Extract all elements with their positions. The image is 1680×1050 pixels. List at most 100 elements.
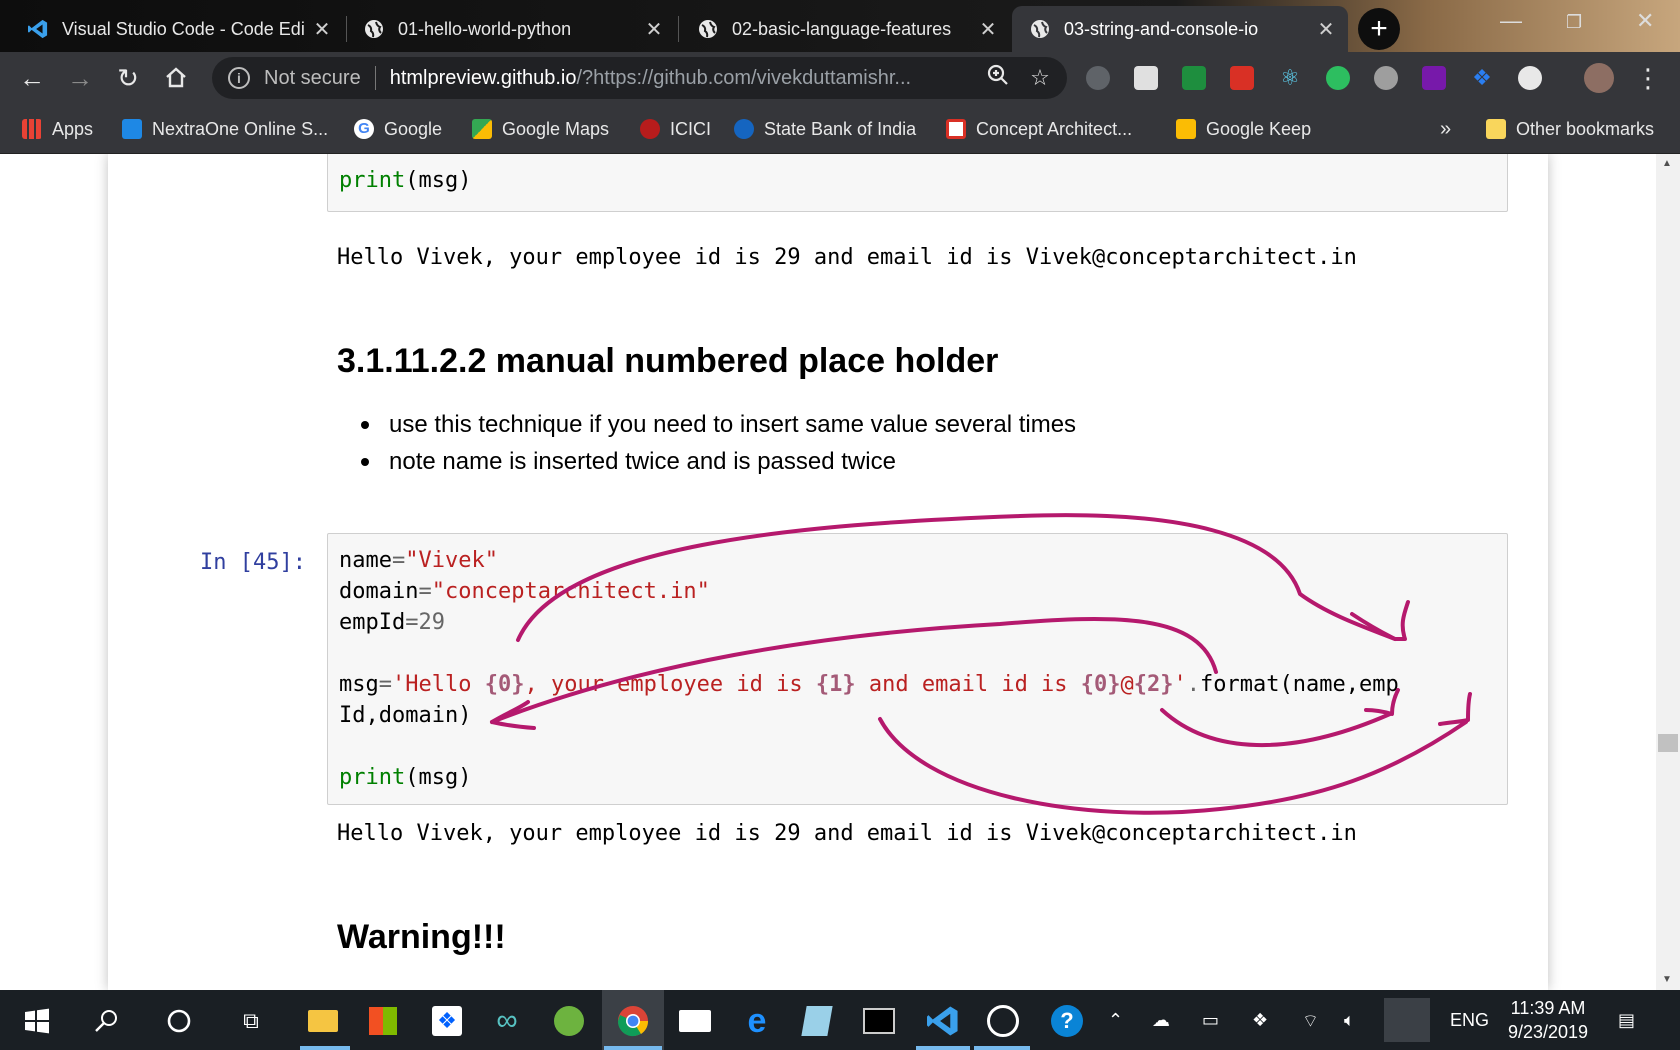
url-text[interactable]: htmlpreview.github.io/?https://github.co… [390, 67, 983, 90]
snipping-icon[interactable] [986, 1004, 1020, 1038]
security-label[interactable]: Not secure [264, 67, 361, 90]
show-hidden-icons[interactable]: ⌃ [1108, 1010, 1123, 1031]
home-icon[interactable] [162, 64, 190, 92]
file-explorer-icon[interactable] [306, 1004, 340, 1038]
tab-strip: Visual Studio Code - Code Edi ✕ 01-hello… [0, 0, 1680, 52]
search-icon[interactable] [90, 1004, 124, 1038]
dropbox-icon[interactable]: ❖ [1470, 66, 1494, 90]
warning-heading: Warning!!! [337, 918, 506, 956]
wifi-icon[interactable]: ⌔ [1302, 1010, 1319, 1033]
close-icon[interactable]: ✕ [1314, 17, 1338, 42]
code-cell-input[interactable]: name="Vivek" domain="conceptarchitect.in… [327, 533, 1508, 805]
dropbox-icon[interactable]: ❖ [430, 1004, 464, 1038]
bookmark-google-keep[interactable]: Google Keep [1176, 116, 1311, 142]
zoom-icon[interactable] [983, 64, 1013, 92]
extension-icon[interactable] [1086, 66, 1110, 90]
volume-icon[interactable]: 🔈︎ [1344, 1010, 1355, 1031]
bookmark-concept-architect[interactable]: Concept Architect... [946, 116, 1132, 142]
terminal-icon[interactable] [862, 1004, 896, 1038]
scrollbar-thumb[interactable] [1658, 734, 1678, 752]
edge-icon[interactable]: e [740, 1002, 774, 1040]
close-icon[interactable]: ✕ [310, 17, 334, 42]
gmail-icon[interactable] [1230, 66, 1254, 90]
tab-string-console-io[interactable]: 03-string-and-console-io ✕ [1012, 6, 1348, 52]
windows-start-icon[interactable] [20, 1004, 54, 1038]
icici-icon [640, 119, 660, 139]
close-icon[interactable]: ✕ [642, 17, 666, 42]
bookmark-nextraone[interactable]: NextraOne Online S... [122, 116, 328, 142]
language-indicator[interactable]: ENG [1450, 1010, 1489, 1031]
folder-icon [1486, 119, 1506, 139]
gmail-icon [946, 119, 966, 139]
forward-icon[interactable]: → [66, 63, 94, 93]
globe-icon [698, 19, 718, 39]
vscode-icon[interactable] [926, 1004, 960, 1038]
list-item: note name is inserted twice and is passe… [337, 443, 1076, 480]
react-icon[interactable]: ⚛ [1278, 66, 1302, 90]
profile-avatar[interactable] [1584, 63, 1614, 93]
bookmark-google-maps[interactable]: Google Maps [472, 116, 609, 142]
globe-icon [364, 19, 384, 39]
apps-grid-icon [22, 119, 42, 139]
cortana-icon[interactable] [162, 1004, 196, 1038]
dropbox-tray-icon[interactable]: ❖ [1252, 1010, 1268, 1031]
minimize-icon[interactable]: — [1500, 8, 1522, 34]
cell-output: Hello Vivek, your employee id is 29 and … [337, 821, 1357, 846]
code-line: print(msg) [339, 168, 472, 193]
evernote-icon[interactable] [1326, 66, 1350, 90]
extension-icon[interactable] [1374, 66, 1398, 90]
store-icon[interactable] [366, 1004, 400, 1038]
section-heading: 3.1.11.2.2 manual numbered place holder [337, 342, 999, 380]
bookmarks-bar: Apps NextraOne Online S... G Google Goog… [0, 104, 1680, 154]
notifications-icon[interactable]: ▤ [1618, 1010, 1635, 1031]
task-view-icon[interactable]: ⧉ [234, 1004, 268, 1038]
code-cell-input[interactable]: print(msg) [327, 154, 1508, 212]
google-icon: G [354, 119, 374, 139]
back-icon[interactable]: ← [18, 63, 46, 93]
help-icon[interactable]: ? [1050, 1004, 1084, 1038]
bookmark-apps[interactable]: Apps [22, 116, 93, 142]
list-item: use this technique if you need to insert… [337, 406, 1076, 443]
scroll-down-icon[interactable]: ▼ [1662, 974, 1672, 985]
battery-icon[interactable]: ▭ [1202, 1010, 1219, 1031]
other-bookmarks[interactable]: Other bookmarks [1486, 116, 1654, 142]
chrome-icon[interactable] [616, 1004, 650, 1038]
tab-basic-language[interactable]: 02-basic-language-features ✕ [680, 6, 1010, 52]
extension-icon[interactable] [1518, 66, 1542, 90]
notepad-icon[interactable] [800, 1004, 834, 1038]
cell-output: Hello Vivek, your employee id is 29 and … [337, 245, 1357, 270]
tab-hello-world[interactable]: 01-hello-world-python ✕ [346, 6, 676, 52]
window-close-icon[interactable]: ✕ [1636, 8, 1654, 34]
clock-time: 11:39 AM [1510, 998, 1586, 1018]
bookmark-icici[interactable]: ICICI [640, 116, 711, 142]
page-viewport: print(msg) Hello Vivek, your employee id… [0, 154, 1680, 990]
tab-vscode[interactable]: Visual Studio Code - Code Edi ✕ [10, 6, 344, 52]
print-keyword: print [339, 168, 406, 193]
onedrive-icon[interactable]: ☁ [1152, 1010, 1170, 1031]
close-icon[interactable]: ✕ [976, 17, 1000, 42]
restore-icon[interactable]: ❐ [1566, 12, 1582, 33]
bookmark-star-icon[interactable]: ☆ [1025, 65, 1055, 91]
spring-icon[interactable] [552, 1004, 586, 1038]
address-toolbar: ← → ↻ i Not secure htmlpreview.github.io… [0, 52, 1680, 104]
new-tab-button[interactable]: + [1358, 8, 1400, 50]
info-icon[interactable]: i [228, 67, 250, 89]
mail-icon[interactable] [678, 1004, 712, 1038]
bookmarks-overflow-button[interactable]: » [1440, 116, 1451, 142]
extension-icon[interactable] [1182, 66, 1206, 90]
bookmark-sbi[interactable]: State Bank of India [734, 116, 916, 142]
onenote-icon[interactable] [1422, 66, 1446, 90]
bookmark-google[interactable]: G Google [354, 116, 442, 142]
sbi-icon [734, 119, 754, 139]
pen-icon[interactable] [1384, 998, 1430, 1042]
extension-icon[interactable] [1134, 66, 1158, 90]
code-block: name="Vivek" domain="conceptarchitect.in… [339, 548, 1399, 790]
address-bar[interactable]: i Not secure htmlpreview.github.io/?http… [212, 57, 1067, 99]
clock[interactable]: 11:39 AM 9/23/2019 [1500, 996, 1596, 1044]
vertical-scrollbar[interactable]: ▲ ▼ [1656, 154, 1680, 990]
arduino-icon[interactable]: ∞ [490, 1004, 524, 1038]
reload-icon[interactable]: ↻ [114, 63, 142, 93]
maps-icon [472, 119, 492, 139]
menu-icon[interactable]: ⋮ [1634, 63, 1662, 93]
scroll-up-icon[interactable]: ▲ [1662, 158, 1672, 169]
